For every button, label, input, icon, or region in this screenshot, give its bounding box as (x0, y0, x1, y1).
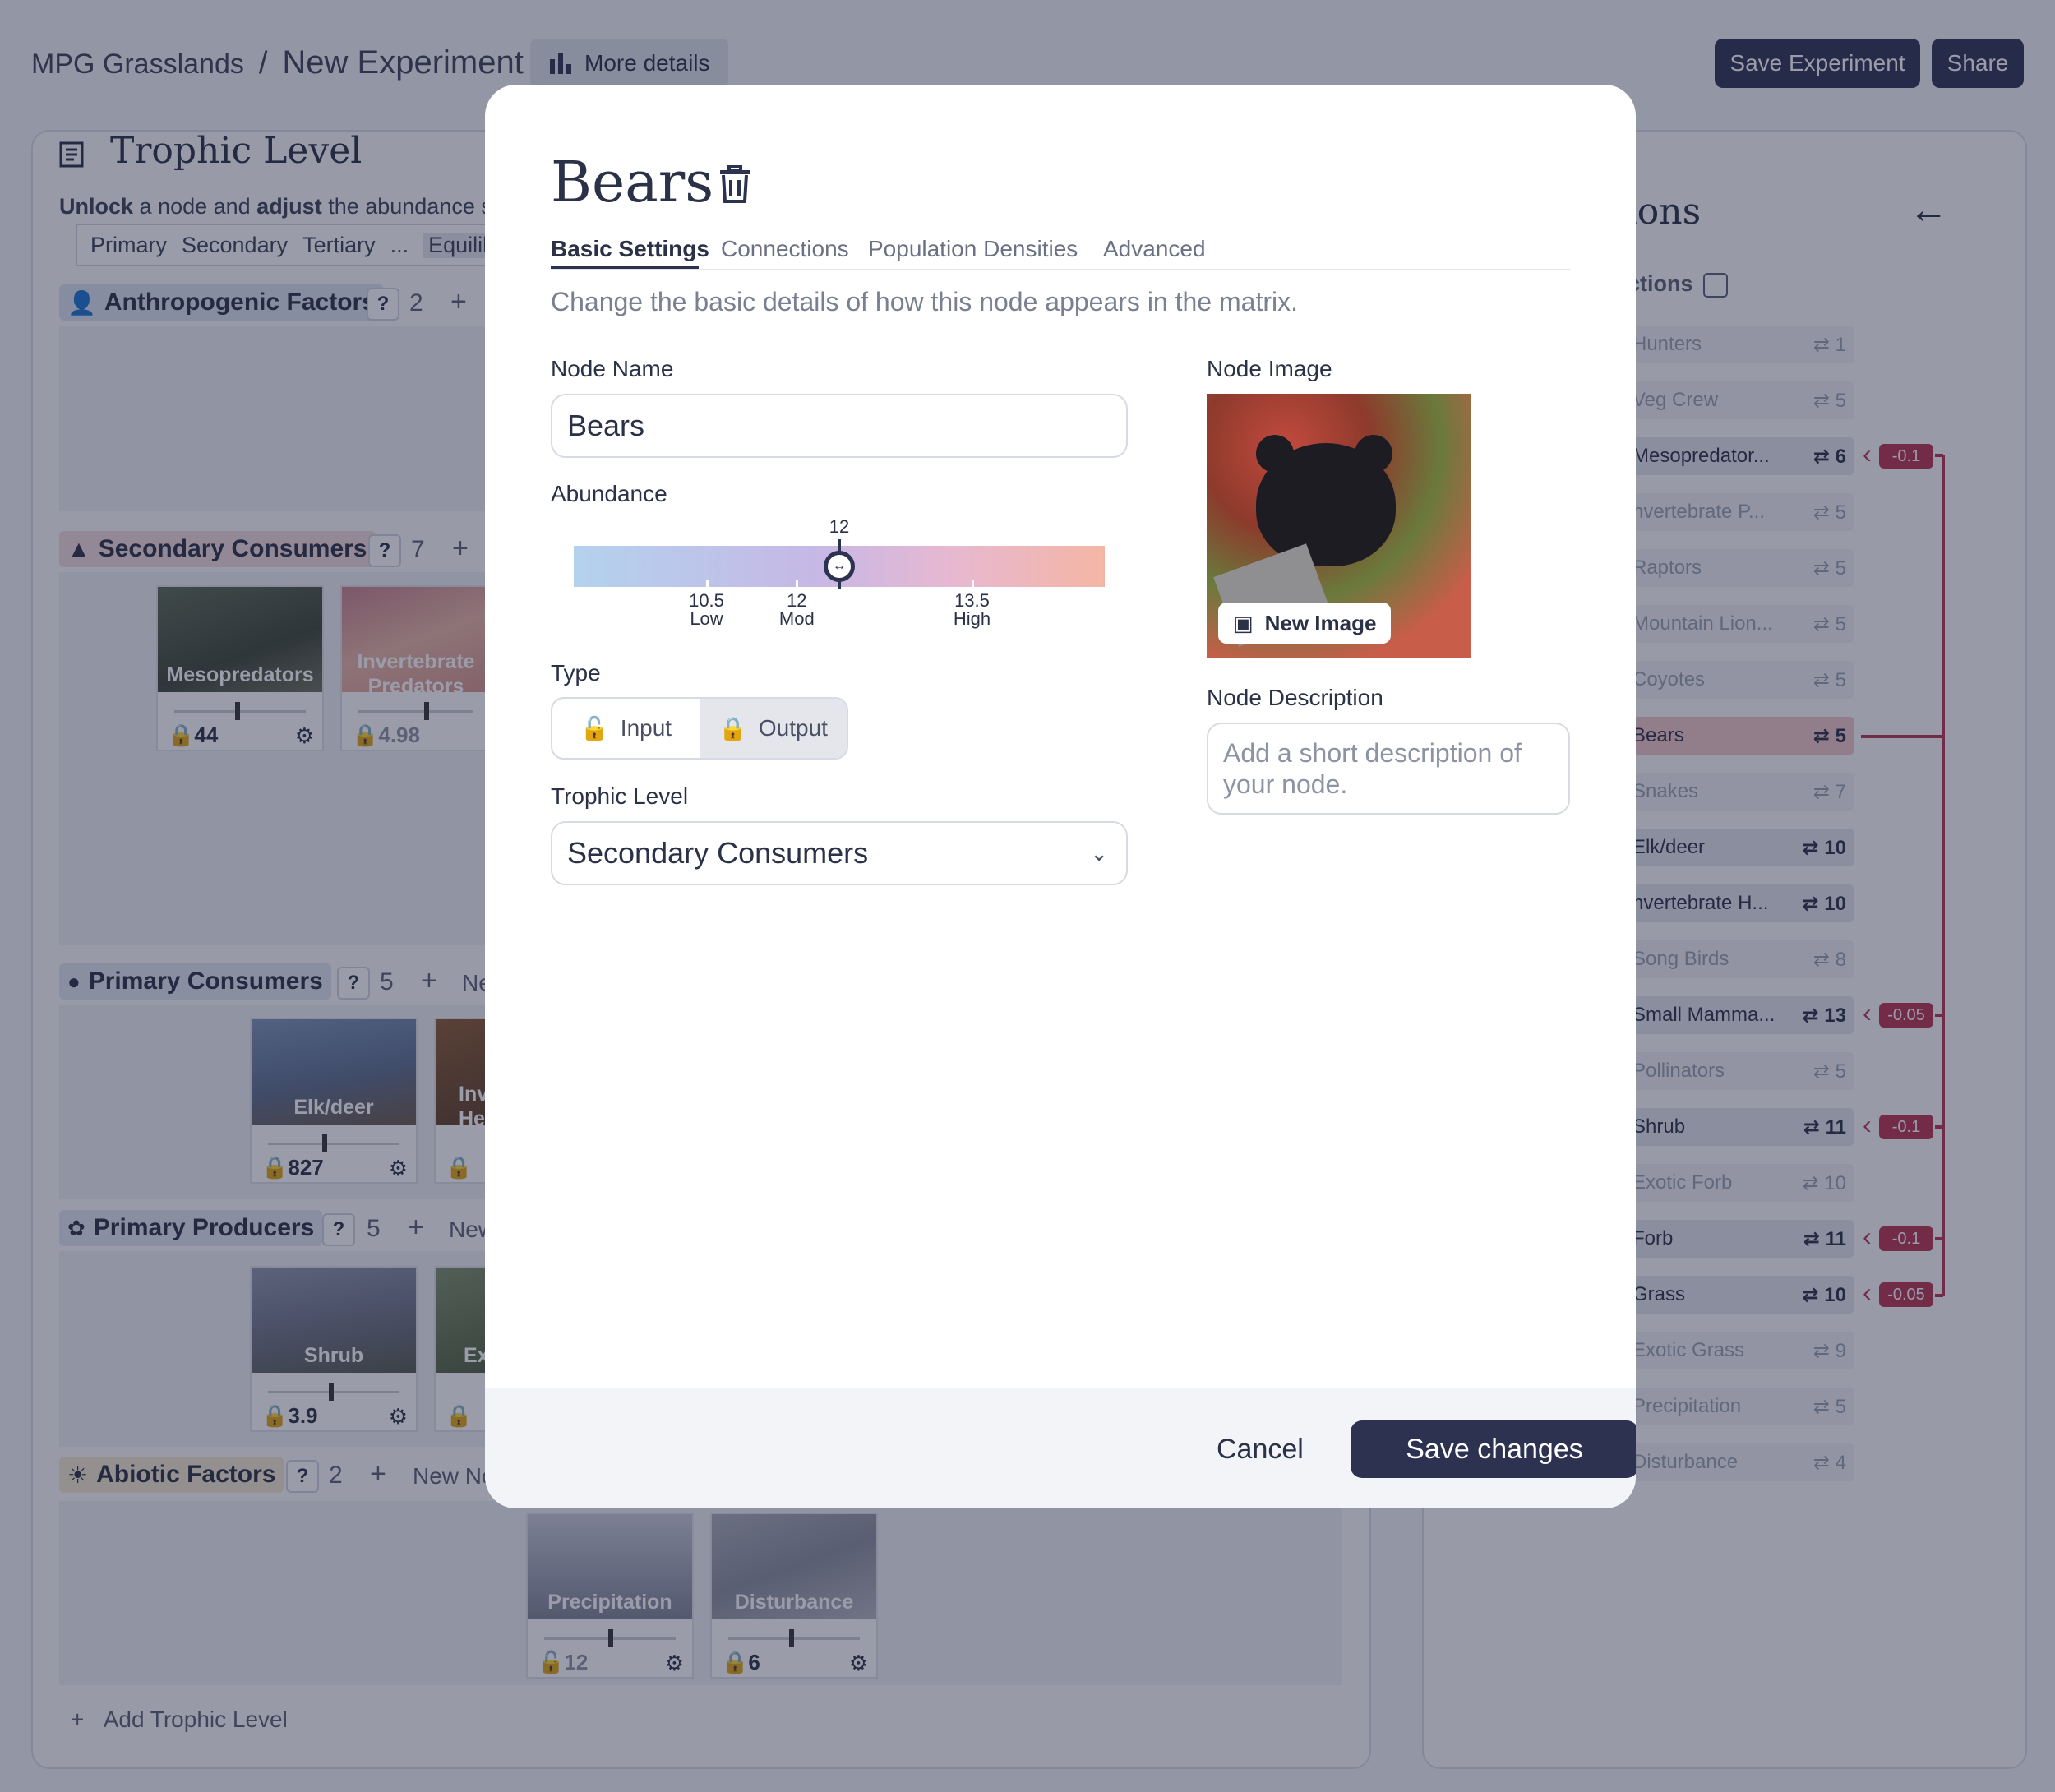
bear-ear (1256, 435, 1294, 473)
abundance-tick-level: High (953, 608, 991, 629)
type-input-label: Input (620, 715, 672, 741)
unlock-icon: 🔓 (580, 715, 609, 741)
node-name-input[interactable]: Bears (551, 394, 1128, 458)
modal-tabs: Basic Settings Connections Population De… (551, 226, 1570, 270)
type-label: Type (551, 660, 601, 686)
abundance-thumb[interactable]: ↔ (824, 551, 855, 582)
abundance-tick-mark (705, 580, 709, 590)
abundance-tick-label: 12 Mod (779, 592, 815, 628)
abundance-tick-value: 13.5 (954, 590, 990, 611)
active-tab-indicator (551, 266, 699, 269)
new-image-label: New Image (1264, 610, 1377, 635)
node-name-label: Node Name (551, 356, 674, 381)
node-image-preview: ▣ New Image (1207, 394, 1471, 658)
node-description-input[interactable]: Add a short description of your node. (1207, 723, 1570, 815)
abundance-tick-value: 10.5 (689, 590, 724, 611)
abundance-current-value: 12 (829, 516, 850, 537)
trophic-level-label: Trophic Level (551, 783, 689, 809)
tab-connections[interactable]: Connections (721, 236, 849, 262)
new-image-button[interactable]: ▣ New Image (1218, 603, 1392, 644)
node-description-label: Node Description (1207, 685, 1383, 710)
type-output-option[interactable]: 🔒 Output (700, 699, 847, 758)
trophic-level-select[interactable]: Secondary Consumers ⌄ (551, 821, 1128, 885)
cancel-button[interactable]: Cancel (1217, 1434, 1304, 1466)
abundance-label: Abundance (551, 481, 667, 506)
type-output-label: Output (758, 715, 828, 741)
abundance-tick-value: 12 (787, 590, 807, 611)
abundance-tick-label: 13.5 High (954, 592, 991, 628)
lock-icon: 🔒 (718, 715, 747, 741)
tab-basic-settings[interactable]: Basic Settings (551, 236, 709, 262)
chevron-down-icon: ⌄ (1090, 841, 1108, 866)
save-changes-button[interactable]: Save changes (1351, 1420, 1636, 1478)
modal-subtitle: Change the basic details of how this nod… (551, 287, 1298, 316)
bear-ear (1355, 435, 1392, 473)
trash-icon[interactable] (718, 165, 751, 203)
image-icon: ▣ (1233, 610, 1254, 635)
abundance-tick-level: Low (690, 608, 723, 629)
abundance-slider[interactable]: 10.5 Low 12 Mod 13.5 High 12 ↔ (574, 516, 1105, 640)
abundance-tick-label: 10.5 Low (689, 592, 724, 628)
modal-title: Bears (551, 150, 714, 215)
abundance-tick-level: Mod (778, 608, 815, 629)
tab-population-densities[interactable]: Population Densities (868, 236, 1078, 262)
node-image-label: Node Image (1207, 356, 1332, 381)
type-toggle: 🔓 Input 🔒 Output (551, 697, 848, 760)
abundance-tick-mark (796, 580, 799, 590)
type-input-option[interactable]: 🔓 Input (552, 699, 700, 758)
edit-node-modal: Bears Basic Settings Connections Populat… (485, 85, 1636, 1508)
tab-advanced[interactable]: Advanced (1103, 236, 1206, 262)
abundance-tick-mark (971, 580, 974, 590)
trophic-level-value: Secondary Consumers (567, 836, 869, 870)
